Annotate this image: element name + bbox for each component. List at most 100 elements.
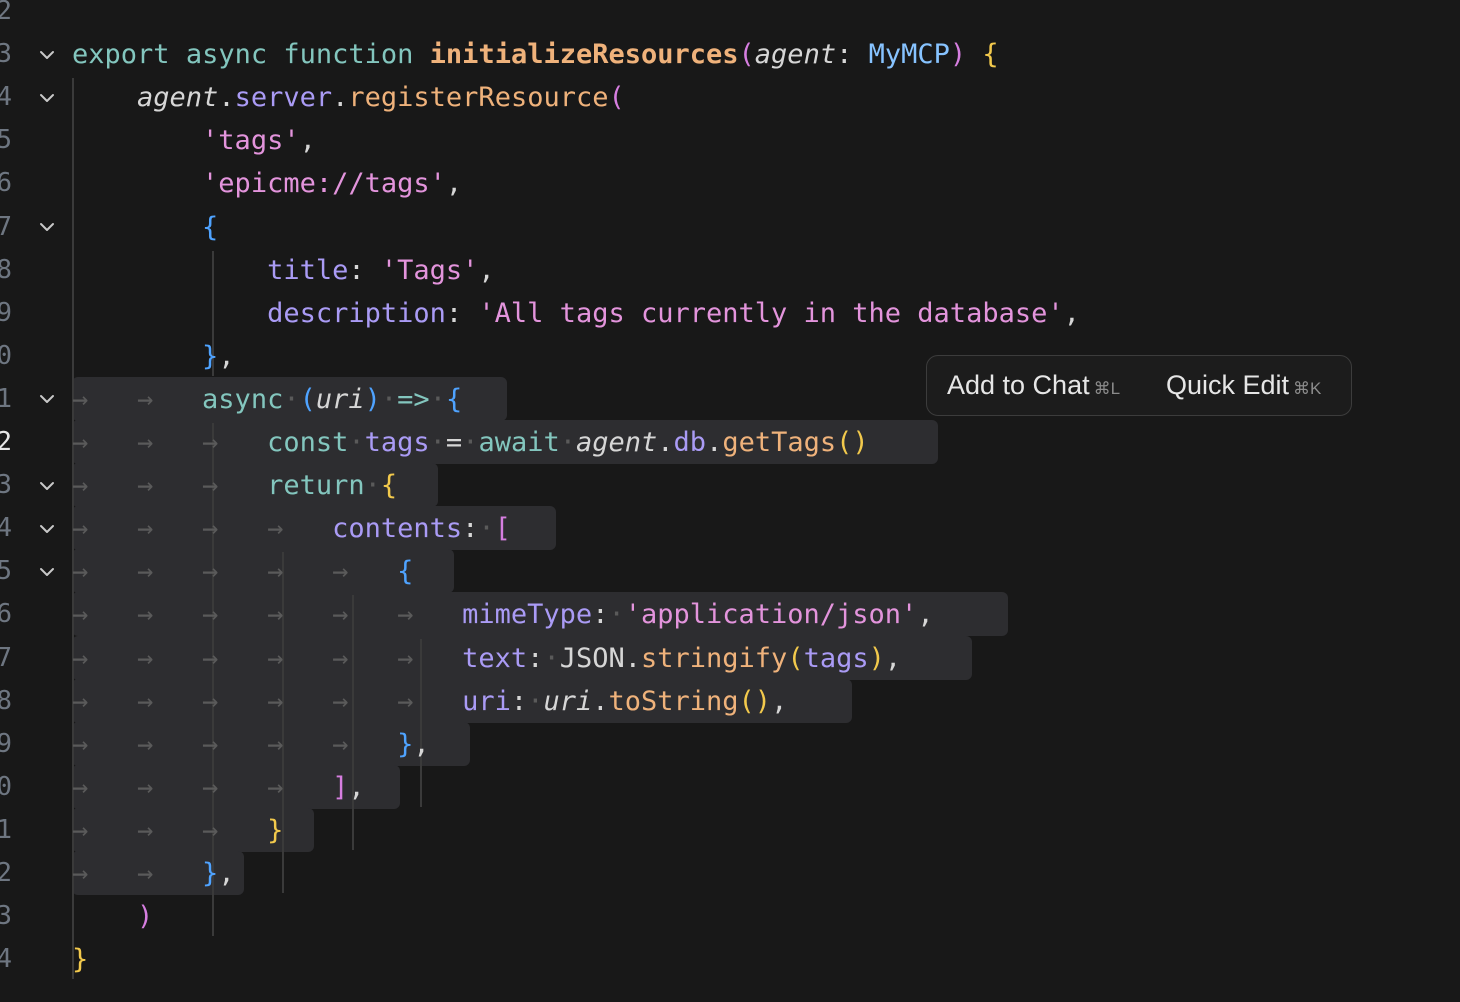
code-line[interactable]: export async function initializeResource… (72, 33, 999, 76)
code-token: , (299, 125, 316, 157)
code-token: . (218, 82, 235, 114)
chevron-down-icon[interactable] (36, 206, 58, 249)
code-token: uri (462, 685, 511, 717)
code-token: → → → → → → (72, 685, 463, 717)
quick-edit-button[interactable]: Quick Edit ⌘K (1166, 370, 1321, 401)
line-number: 9 (0, 728, 12, 759)
code-token: ( (738, 39, 755, 71)
code-line[interactable]: 'tags', (72, 119, 316, 162)
line-number: 1 (0, 383, 12, 414)
code-token: { (380, 470, 398, 502)
code-line[interactable]: → → → → → → text:·JSON.stringify(tags), (72, 637, 901, 680)
code-line[interactable]: agent.server.registerResource( (72, 76, 625, 119)
code-token: , (917, 599, 934, 631)
code-token: : (462, 513, 479, 545)
code-line[interactable]: → → → → → → uri:·uri.toString(), (72, 680, 787, 723)
code-token: → → (72, 858, 203, 889)
code-line[interactable]: → → → → → → mimeType:·'application/json'… (72, 593, 934, 636)
selection-action-popup: Add to Chat ⌘L Quick Edit ⌘K (926, 355, 1352, 416)
code-token: → → → → → → (72, 642, 463, 674)
chevron-down-icon[interactable] (36, 378, 58, 421)
code-token: { (202, 211, 219, 243)
code-token: agent (576, 427, 658, 458)
line-number: 0 (0, 340, 12, 371)
code-token: () (738, 685, 772, 717)
code-line[interactable]: ) (72, 895, 153, 938)
code-token: tags (803, 642, 869, 674)
code-line[interactable]: }, (72, 335, 235, 378)
line-number: 4 (0, 82, 12, 113)
code-token: , (218, 340, 235, 372)
code-line[interactable]: → → }, (72, 852, 235, 895)
add-to-chat-button[interactable]: Add to Chat ⌘L (947, 370, 1120, 401)
code-line[interactable]: title: 'Tags', (72, 249, 495, 292)
chevron-down-icon[interactable] (36, 464, 58, 507)
code-token: () (836, 427, 869, 458)
line-number: 2 (0, 427, 12, 457)
code-line[interactable]: → → async·(uri)·=>·{ (72, 378, 462, 421)
chevron-down-icon[interactable] (36, 550, 58, 593)
code-token: text (462, 642, 528, 674)
quick-edit-shortcut: ⌘K (1293, 379, 1322, 398)
line-number: 8 (0, 685, 12, 716)
code-line[interactable]: → → → return·{ (72, 464, 397, 507)
line-number: 4 (0, 944, 12, 975)
line-number: 3 (0, 470, 12, 501)
code-token: getTags (722, 427, 837, 458)
code-token: , (218, 858, 235, 889)
code-line[interactable]: → → → → contents:·[ (72, 507, 511, 550)
code-token: → → (72, 383, 203, 415)
code-token: { (397, 556, 414, 588)
code-line[interactable]: → → → const·tags·=·await·agent.db.getTag… (72, 421, 869, 464)
code-line[interactable]: } (72, 938, 88, 981)
code-token: async (185, 39, 268, 71)
add-to-chat-shortcut: ⌘L (1093, 379, 1121, 398)
line-number: 7 (0, 211, 12, 242)
code-token: function (283, 39, 414, 71)
code-token: stringify (641, 642, 788, 674)
code-line[interactable]: 'epicme://tags', (72, 162, 462, 205)
line-number: 0 (0, 771, 12, 802)
code-token: · (543, 642, 560, 674)
quick-edit-label: Quick Edit (1166, 370, 1290, 400)
chevron-down-icon[interactable] (36, 76, 58, 119)
line-number: 4 (0, 513, 12, 544)
code-line[interactable]: { (72, 206, 218, 249)
code-token: ) (137, 901, 154, 933)
code-token: · (462, 427, 479, 458)
code-token: , (478, 254, 495, 286)
code-token: toString (608, 685, 739, 717)
chevron-down-icon[interactable] (36, 507, 58, 550)
code-line[interactable]: → → → } (72, 809, 283, 852)
code-token: registerResource (348, 82, 609, 114)
code-token: · (364, 470, 381, 502)
code-line[interactable]: → → → → → { (72, 550, 413, 593)
code-line[interactable]: → → → → → }, (72, 723, 430, 766)
code-token: · (478, 513, 495, 545)
line-number: 1 (0, 814, 12, 845)
code-line[interactable]: description: 'All tags currently in the … (72, 292, 1080, 335)
chevron-down-icon[interactable] (36, 33, 58, 76)
code-token: db (673, 427, 707, 458)
code-token: server (234, 82, 333, 114)
code-token: } (72, 944, 89, 976)
code-token: · (429, 427, 446, 458)
line-number: 5 (0, 125, 12, 156)
code-token: 'application/json' (624, 599, 918, 631)
code-line[interactable]: → → → → ], (72, 766, 365, 809)
code-token: → → → → → → (72, 599, 463, 631)
code-token: : (510, 685, 528, 717)
code-token: → → → → (72, 771, 333, 803)
code-token: → → → (72, 470, 268, 502)
code-token: 'All tags currently in the database' (478, 297, 1064, 329)
code-token: → → → → → (72, 728, 398, 760)
code-token: export (72, 39, 170, 71)
code-token: , (348, 771, 365, 803)
code-token: 'epicme://tags' (202, 168, 446, 200)
